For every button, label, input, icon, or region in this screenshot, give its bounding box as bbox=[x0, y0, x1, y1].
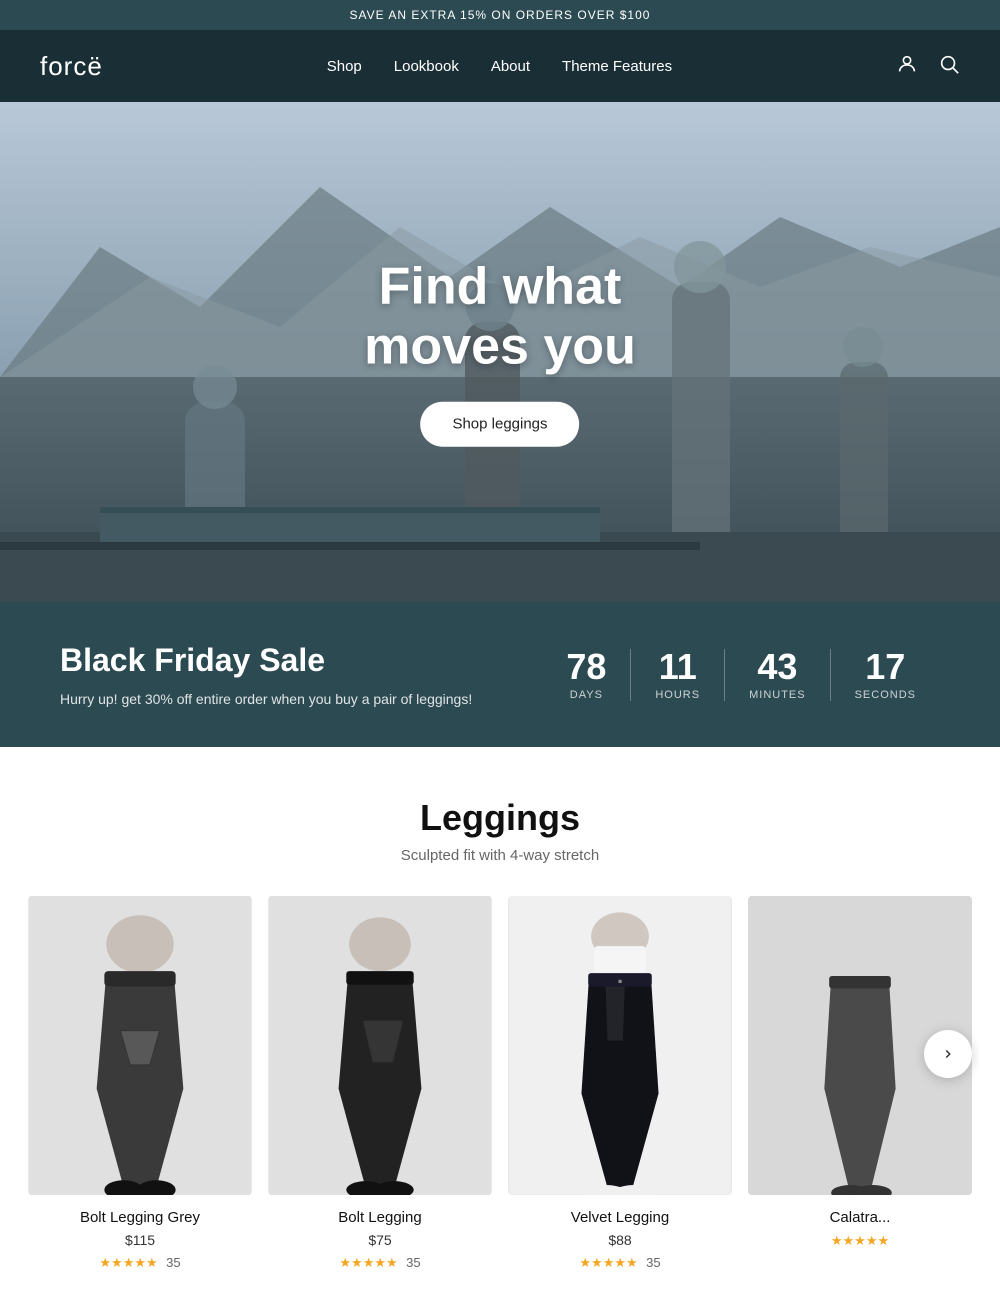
countdown-days: 78 DAYS bbox=[542, 649, 631, 701]
products-section: Leggings Sculpted fit with 4-way stretch bbox=[0, 747, 1000, 1312]
hero-title: Find what moves you bbox=[364, 258, 636, 378]
product-card-3[interactable]: ■ Velvet Legging $88 ★★★★★ 35 bbox=[500, 896, 740, 1272]
nav-shop[interactable]: Shop bbox=[327, 58, 362, 75]
review-count-1: 35 bbox=[166, 1255, 180, 1270]
main-nav: Shop Lookbook About Theme Features bbox=[327, 58, 672, 75]
header-icons bbox=[896, 53, 960, 79]
svg-text:■: ■ bbox=[618, 979, 622, 986]
products-header: Leggings Sculpted fit with 4-way stretch bbox=[20, 797, 980, 864]
product-image-1 bbox=[28, 896, 252, 1195]
products-carousel: Bolt Legging Grey $115 ★★★★★ 35 bbox=[20, 896, 980, 1272]
countdown-hours: 11 HOURS bbox=[631, 649, 725, 701]
countdown-seconds: 17 SECONDS bbox=[831, 649, 940, 701]
product-image-2 bbox=[268, 896, 492, 1195]
product-price-2: $75 bbox=[268, 1232, 492, 1248]
legging-img-1 bbox=[28, 896, 252, 1195]
stars-2: ★★★★★ bbox=[339, 1255, 397, 1270]
product-name-2: Bolt Legging bbox=[268, 1209, 492, 1226]
product-rating-2: ★★★★★ 35 bbox=[268, 1254, 492, 1272]
hero-content: Find what moves you Shop leggings bbox=[364, 258, 636, 447]
products-subtitle: Sculpted fit with 4-way stretch bbox=[20, 847, 980, 864]
shop-leggings-button[interactable]: Shop leggings bbox=[420, 401, 579, 446]
account-icon[interactable] bbox=[896, 53, 918, 79]
countdown-minutes: 43 MINUTES bbox=[725, 649, 831, 701]
product-name-4: Calatra... bbox=[748, 1209, 972, 1226]
announcement-bar: SAVE AN EXTRA 15% ON ORDERS OVER $100 bbox=[0, 0, 1000, 30]
hero-section: Find what moves you Shop leggings bbox=[0, 102, 1000, 602]
stars-3: ★★★★★ bbox=[579, 1255, 637, 1270]
sale-subtitle: Hurry up! get 30% off entire order when … bbox=[60, 691, 472, 707]
product-name-1: Bolt Legging Grey bbox=[28, 1209, 252, 1226]
nav-about[interactable]: About bbox=[491, 58, 530, 75]
nav-theme-features[interactable]: Theme Features bbox=[562, 58, 672, 75]
nav-lookbook[interactable]: Lookbook bbox=[394, 58, 459, 75]
product-card-1[interactable]: Bolt Legging Grey $115 ★★★★★ 35 bbox=[20, 896, 260, 1272]
countdown-section: Black Friday Sale Hurry up! get 30% off … bbox=[0, 602, 1000, 747]
announcement-text: SAVE AN EXTRA 15% ON ORDERS OVER $100 bbox=[350, 8, 651, 22]
countdown-left: Black Friday Sale Hurry up! get 30% off … bbox=[60, 642, 472, 707]
platform-svg bbox=[0, 452, 1000, 602]
product-price-1: $115 bbox=[28, 1232, 252, 1248]
stars-4: ★★★★★ bbox=[831, 1233, 889, 1248]
review-count-3: 35 bbox=[646, 1255, 660, 1270]
product-rating-3: ★★★★★ 35 bbox=[508, 1254, 732, 1272]
legging-img-2 bbox=[268, 896, 492, 1195]
search-icon[interactable] bbox=[938, 53, 960, 79]
product-card-4[interactable]: Calatra... ★★★★★ bbox=[740, 896, 980, 1272]
header: forcë Shop Lookbook About Theme Features bbox=[0, 30, 1000, 102]
carousel-next-button[interactable] bbox=[924, 1030, 972, 1078]
products-title: Leggings bbox=[20, 797, 980, 839]
sale-title: Black Friday Sale bbox=[60, 642, 472, 679]
stars-1: ★★★★★ bbox=[99, 1255, 157, 1270]
product-name-3: Velvet Legging bbox=[508, 1209, 732, 1226]
product-image-3: ■ bbox=[508, 896, 732, 1195]
review-count-2: 35 bbox=[406, 1255, 420, 1270]
product-price-3: $88 bbox=[508, 1232, 732, 1248]
product-card-2[interactable]: Bolt Legging $75 ★★★★★ 35 bbox=[260, 896, 500, 1272]
legging-img-3: ■ bbox=[508, 896, 732, 1195]
product-rating-4: ★★★★★ bbox=[748, 1232, 972, 1250]
product-rating-1: ★★★★★ 35 bbox=[28, 1254, 252, 1272]
logo[interactable]: forcë bbox=[40, 51, 103, 82]
countdown-timer: 78 DAYS 11 HOURS 43 MINUTES 17 SECONDS bbox=[542, 649, 940, 701]
